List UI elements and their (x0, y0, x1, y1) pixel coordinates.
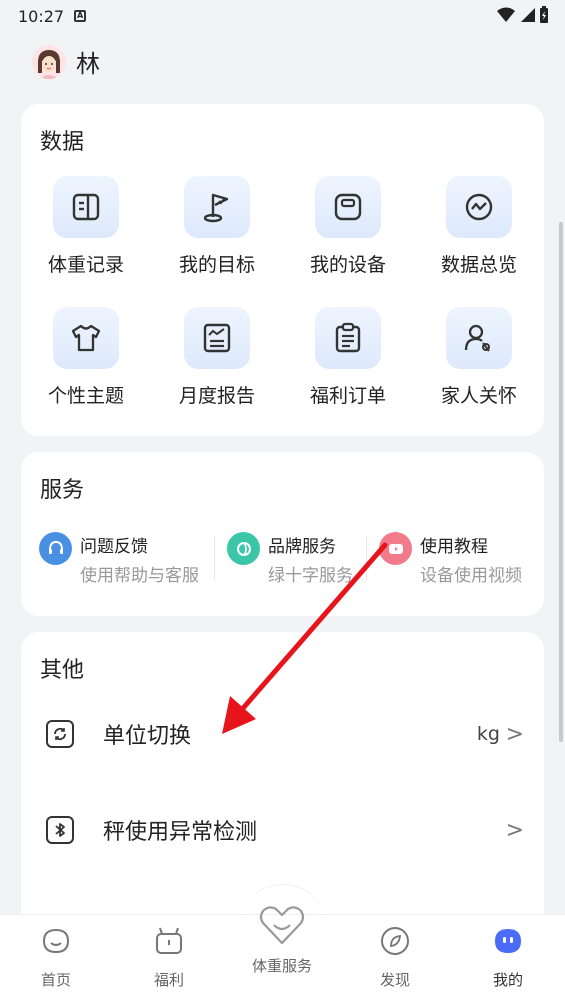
tab-label: 福利 (153, 971, 184, 989)
data-section-title: 数据 (40, 130, 85, 155)
monthly-report-icon (184, 307, 250, 369)
data-card: 数据 体重记录 我的目标 我的设备 数据总览 个性主题 月度报告 福利订单 家人… (21, 104, 544, 436)
notification-icon: A (74, 10, 87, 22)
grid-item-data-overview[interactable]: 数据总览 (424, 176, 534, 277)
video-icon (379, 532, 412, 565)
grid-item-monthly-report[interactable]: 月度报告 (162, 307, 272, 408)
signal-icon (521, 8, 535, 22)
tab-home[interactable]: 首页 (11, 923, 101, 990)
grid-item-my-goal[interactable]: 我的目标 (162, 176, 272, 277)
tab-mine[interactable]: 我的 (463, 923, 553, 990)
scale-device-icon (315, 176, 381, 238)
tab-label: 我的 (492, 971, 523, 989)
tab-welfare[interactable]: 福利 (124, 923, 214, 990)
service-title: 使用教程 (420, 537, 488, 557)
goal-flag-icon (184, 176, 250, 238)
weight-record-icon (53, 176, 119, 238)
grid-item-theme[interactable]: 个性主题 (31, 307, 141, 408)
chevron-right-icon: > (505, 817, 524, 843)
bluetooth-icon (46, 816, 74, 844)
service-card: 服务 问题反馈 使用帮助与客服 品牌服务 绿十字服务 使用教程 设备使用视频 (21, 452, 544, 616)
grid-label: 家人关怀 (440, 385, 517, 407)
unit-switch-row[interactable]: 单位切换 kg > (21, 704, 544, 764)
grid-item-welfare-order[interactable]: 福利订单 (293, 307, 403, 408)
tshirt-icon (53, 307, 119, 369)
tab-label: 首页 (40, 971, 71, 989)
grid-item-my-device[interactable]: 我的设备 (293, 176, 403, 277)
scale-anomaly-row[interactable]: 秤使用异常检测 > (21, 800, 544, 860)
tab-bar: 首页 福利 体重服务 发现 我的 (0, 906, 565, 1004)
compass-icon (381, 927, 409, 955)
service-item-feedback[interactable]: 问题反馈 使用帮助与客服 (39, 532, 199, 586)
unit-value: kg (476, 723, 500, 745)
tab-label: 发现 (379, 971, 410, 989)
service-divider (214, 536, 215, 580)
scrollbar[interactable] (559, 222, 563, 742)
tab-discover[interactable]: 发现 (350, 923, 440, 990)
heart-smile-icon (259, 906, 305, 945)
status-time: 10:27 (18, 6, 65, 26)
service-subtitle: 使用帮助与客服 (80, 566, 199, 586)
gift-icon (156, 927, 182, 954)
grid-label: 我的目标 (178, 254, 255, 276)
grid-label: 福利订单 (309, 385, 386, 407)
service-subtitle: 设备使用视频 (420, 566, 522, 586)
status-bar: 10:27 A (0, 0, 565, 32)
grid-label: 数据总览 (440, 254, 517, 276)
refresh-icon (46, 720, 74, 748)
service-item-tutorial[interactable]: 使用教程 设备使用视频 (379, 532, 522, 586)
wifi-icon (497, 7, 515, 22)
chevron-right-icon: > (505, 721, 524, 747)
service-divider (366, 536, 367, 580)
brand-swirl-icon (227, 532, 260, 565)
grid-label: 体重记录 (47, 254, 124, 276)
grid-item-weight-record[interactable]: 体重记录 (31, 176, 141, 277)
service-section-title: 服务 (40, 478, 85, 503)
home-face-icon (42, 928, 70, 954)
mine-face-icon (495, 929, 521, 953)
service-subtitle: 绿十字服务 (268, 566, 353, 586)
grid-label: 月度报告 (178, 385, 255, 407)
tab-weight-service[interactable]: 体重服务 (237, 903, 327, 976)
status-icons (497, 6, 549, 24)
family-care-icon (446, 307, 512, 369)
service-item-brand[interactable]: 品牌服务 绿十字服务 (227, 532, 353, 586)
grid-item-family-care[interactable]: 家人关怀 (424, 307, 534, 408)
grid-label: 个性主题 (47, 385, 124, 407)
grid-label: 我的设备 (309, 254, 386, 276)
avatar[interactable] (32, 44, 66, 79)
other-section-title: 其他 (40, 658, 85, 683)
clipboard-icon (315, 307, 381, 369)
service-title: 品牌服务 (268, 537, 336, 557)
tab-label: 体重服务 (251, 957, 312, 975)
row-label: 单位切换 (103, 724, 192, 749)
profile-header[interactable]: 林 (32, 44, 100, 79)
service-title: 问题反馈 (80, 537, 148, 557)
data-overview-icon (446, 176, 512, 238)
battery-icon (540, 6, 548, 23)
username: 林 (76, 50, 100, 78)
headset-icon (39, 532, 72, 565)
row-label: 秤使用异常检测 (103, 820, 258, 845)
